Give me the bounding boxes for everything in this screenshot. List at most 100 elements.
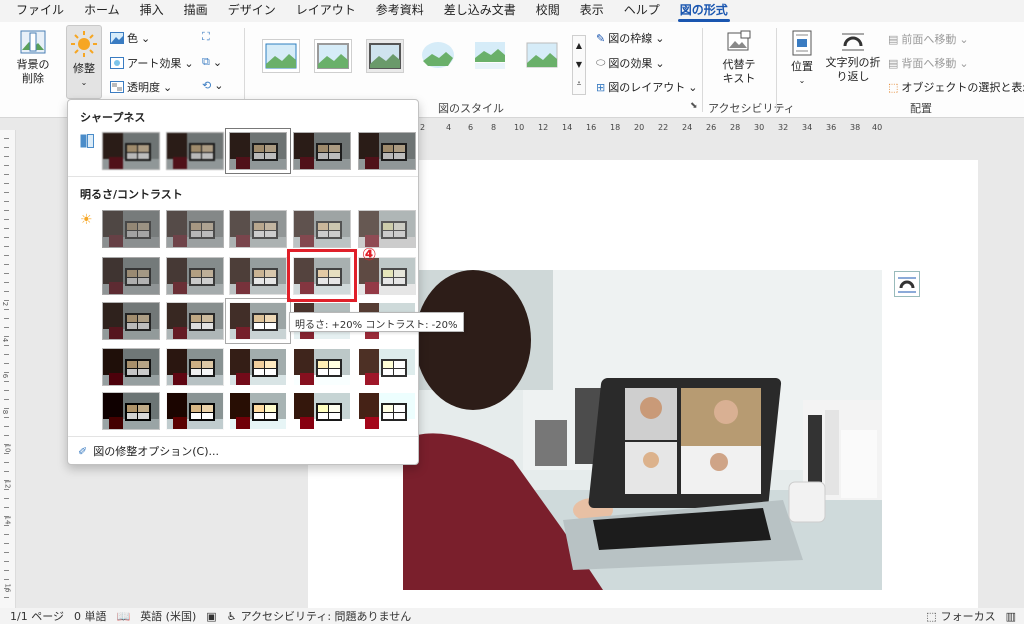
correction-preview-thumb[interactable]: [225, 128, 291, 174]
correction-preview-thumb[interactable]: [293, 132, 351, 170]
remove-background-button[interactable]: 背景の 削除: [10, 30, 56, 92]
correction-preview-thumb[interactable]: [293, 392, 351, 430]
transparency-button[interactable]: 透明度 ⌄: [110, 79, 172, 95]
send-backward-button[interactable]: ▤ 背面へ移動 ⌄: [888, 55, 969, 71]
layout-options-icon[interactable]: [894, 271, 920, 297]
vruler-number: 2: [1, 301, 10, 307]
correction-preview-thumb[interactable]: [229, 348, 287, 386]
correction-preview-thumb[interactable]: [358, 210, 416, 248]
tab-mailings[interactable]: 差し込み文書: [434, 1, 526, 22]
wrap-text-button[interactable]: 文字列の折 り返し: [824, 30, 882, 92]
word-count[interactable]: 0 単語: [74, 608, 107, 624]
correction-preview-thumb[interactable]: [358, 392, 416, 430]
landscape-icon: [317, 43, 349, 69]
chevron-down-icon[interactable]: ▼: [573, 55, 585, 74]
bring-forward-button[interactable]: ▤ 前面へ移動 ⌄: [888, 31, 969, 47]
reset-picture-icon: ⟲: [202, 79, 212, 92]
tab-home[interactable]: ホーム: [74, 1, 130, 22]
language-status[interactable]: 英語 (米国): [140, 608, 196, 624]
ruler-tick: [4, 570, 9, 571]
correction-preview-thumb[interactable]: [102, 302, 160, 340]
proofing-icon[interactable]: 📖: [116, 610, 130, 623]
accessibility-status[interactable]: ♿ アクセシビリティ: 問題ありません: [227, 608, 412, 624]
ruler-tick: [4, 426, 9, 427]
chevron-up-icon[interactable]: ▲: [573, 36, 585, 55]
color-button[interactable]: 色 ⌄: [110, 30, 150, 46]
corrections-button[interactable]: 修整 ⌄: [66, 25, 102, 99]
picture-style-1[interactable]: [262, 39, 300, 73]
tab-layout[interactable]: レイアウト: [286, 1, 366, 22]
ruler-tick: [4, 291, 9, 292]
tab-file[interactable]: ファイル: [6, 1, 74, 22]
selection-pane-button[interactable]: ⬚ オブジェクトの選択と表示: [888, 79, 1024, 95]
correction-preview-thumb[interactable]: [358, 348, 416, 386]
correction-preview-thumb[interactable]: [229, 392, 287, 430]
correction-preview-thumb[interactable]: [102, 392, 160, 430]
vertical-ruler: 2 4 6 8 10 12 14 16: [0, 130, 16, 608]
picture-effects-button[interactable]: ⬭ 図の効果 ⌄: [596, 55, 665, 71]
corrections-options-label: 図の修整オプション(C)...: [93, 445, 219, 458]
picture-border-button[interactable]: ✎ 図の枠線 ⌄: [596, 30, 664, 46]
artistic-effects-button[interactable]: アート効果 ⌄: [110, 55, 194, 71]
alt-text-line2: キスト: [722, 72, 756, 85]
correction-preview-thumb[interactable]: [166, 302, 224, 340]
tab-draw[interactable]: 描画: [174, 1, 218, 22]
hruler-number: 30: [754, 123, 765, 132]
ruler-tick: [4, 165, 9, 166]
correction-preview-thumb[interactable]: [102, 132, 160, 170]
focus-button[interactable]: ⬚ フォーカス: [926, 608, 995, 624]
corrections-options-button[interactable]: ✐ 図の修整オプション(C)...: [78, 443, 219, 459]
gallery-scroll[interactable]: ▲ ▼ ⩡: [572, 35, 586, 95]
correction-preview-thumb[interactable]: [225, 298, 291, 344]
document-photo[interactable]: [403, 270, 882, 590]
correction-preview-thumb[interactable]: [166, 210, 224, 248]
correction-preview-thumb[interactable]: [229, 210, 287, 248]
picture-style-5[interactable]: [472, 39, 510, 73]
tab-design[interactable]: デザイン: [218, 1, 286, 22]
hruler-number: 26: [706, 123, 717, 132]
correction-preview-thumb[interactable]: [166, 257, 224, 295]
picture-style-4[interactable]: [420, 39, 458, 73]
compress-pictures-button[interactable]: ⛶: [202, 30, 210, 44]
tab-review[interactable]: 校閲: [526, 1, 570, 22]
correction-preview-thumb[interactable]: [229, 257, 287, 295]
tab-references[interactable]: 参考資料: [366, 1, 434, 22]
horizontal-ruler: 2 4 6 8 10 12 14 16 18 20 22 24 26 28 30…: [420, 122, 895, 136]
read-mode-icon[interactable]: ▥: [1006, 610, 1016, 623]
correction-preview-thumb[interactable]: [102, 257, 160, 295]
focus-icon: ⬚: [926, 609, 937, 623]
reset-picture-button[interactable]: ⟲ ⌄: [202, 79, 223, 92]
picture-style-3[interactable]: [366, 39, 404, 73]
tab-insert[interactable]: 挿入: [130, 1, 174, 22]
picture-layout-button[interactable]: ⊞ 図のレイアウト ⌄: [596, 79, 697, 95]
page-count[interactable]: 1/1 ページ: [10, 608, 64, 624]
ruler-tick: [4, 462, 9, 463]
ruler-tick: [4, 543, 9, 544]
dialog-launcher-icon[interactable]: ⬊: [690, 101, 698, 111]
ruler-tick: [4, 183, 9, 184]
correction-preview-thumb[interactable]: [166, 132, 224, 170]
alt-text-button[interactable]: 代替テ キスト: [716, 30, 762, 92]
tab-help[interactable]: ヘルプ: [614, 1, 670, 22]
text-predictions-icon[interactable]: ▣: [206, 610, 216, 623]
position-button[interactable]: 位置 ⌄: [784, 30, 820, 92]
ruler-tick: [4, 588, 9, 589]
wrap-text-line2: り返し: [836, 70, 870, 83]
send-backward-label: 背面へ移動: [901, 57, 957, 70]
correction-preview-thumb[interactable]: [358, 132, 416, 170]
gallery-expand-icon[interactable]: ⩡: [573, 74, 585, 93]
change-picture-button[interactable]: ⧉ ⌄: [202, 55, 222, 69]
correction-preview-thumb[interactable]: [293, 210, 351, 248]
ruler-tick: [4, 192, 9, 193]
tab-view[interactable]: 表示: [570, 1, 614, 22]
correction-preview-thumb[interactable]: [166, 348, 224, 386]
picture-style-2[interactable]: [314, 39, 352, 73]
tab-picture-format[interactable]: 図の形式: [670, 1, 738, 22]
picture-style-6[interactable]: [524, 39, 562, 73]
chevron-down-icon: ⌄: [163, 80, 173, 94]
ruler-tick: [4, 525, 9, 526]
correction-preview-thumb[interactable]: [293, 348, 351, 386]
correction-preview-thumb[interactable]: [166, 392, 224, 430]
correction-preview-thumb[interactable]: [102, 210, 160, 248]
correction-preview-thumb[interactable]: [102, 348, 160, 386]
